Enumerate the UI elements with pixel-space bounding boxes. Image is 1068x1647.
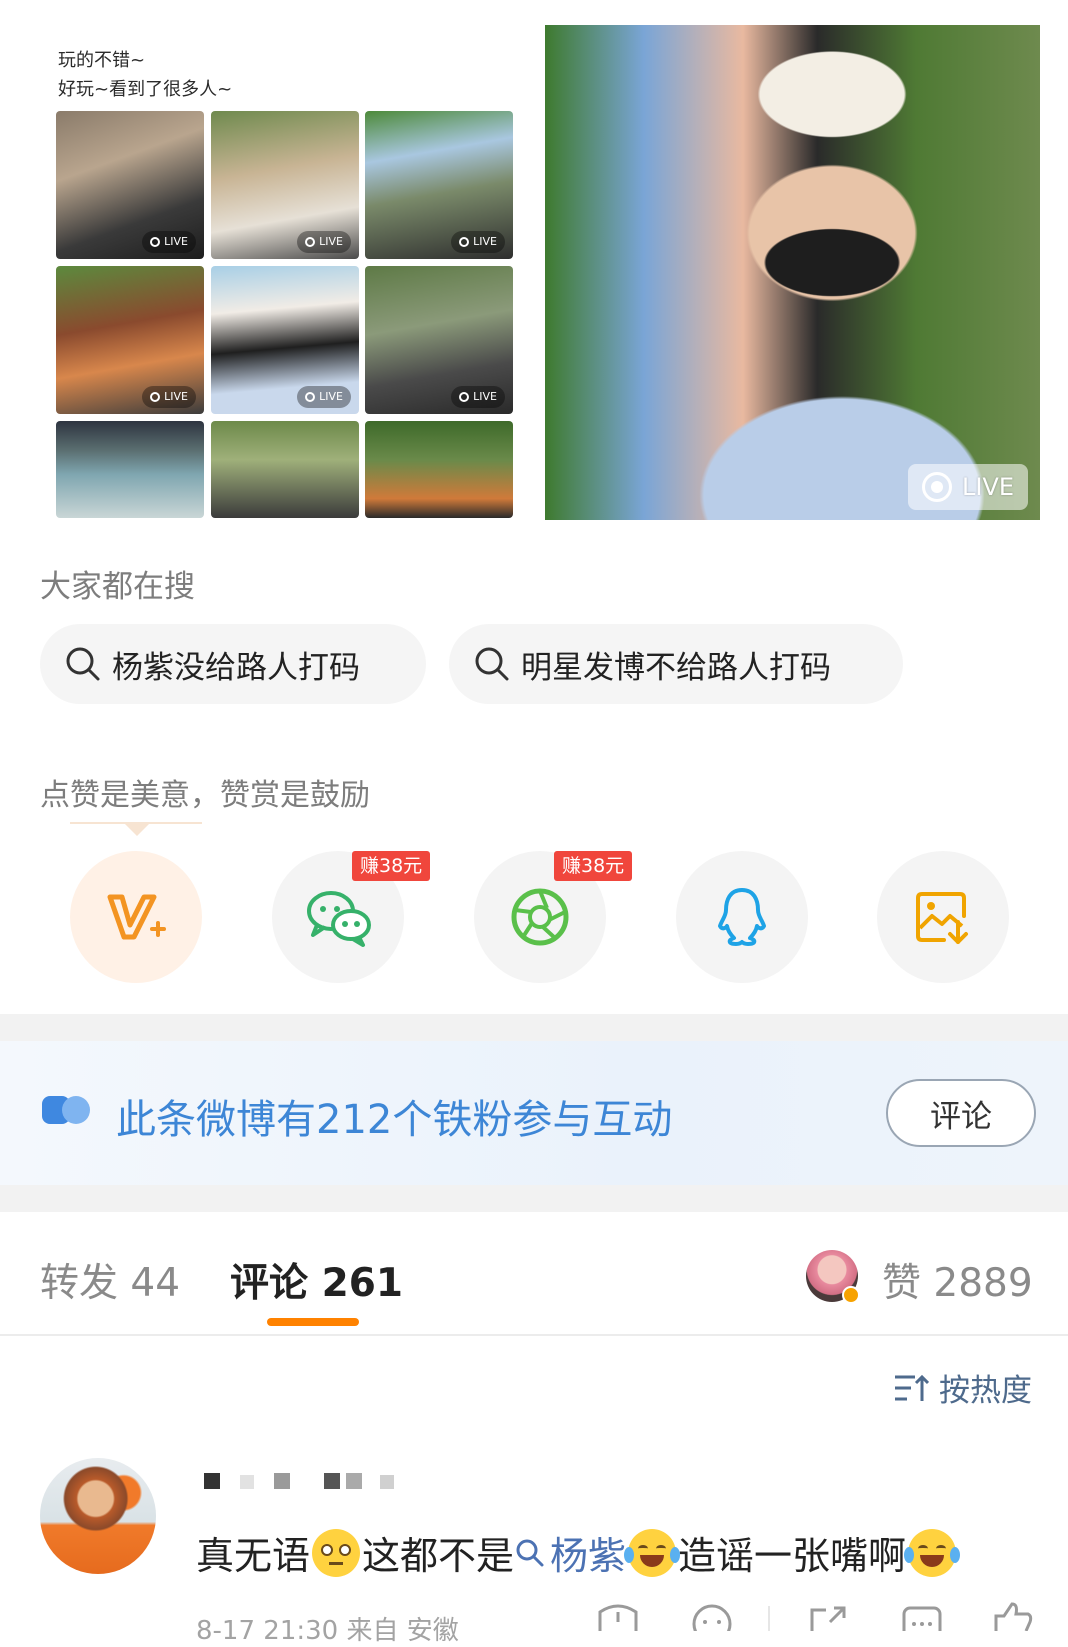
- commenter-name-redacted[interactable]: [196, 1473, 416, 1495]
- live-badge: LIVE: [907, 464, 1028, 510]
- live-badge: LIVE: [297, 231, 351, 253]
- trending-search-label: 杨紫没给路人打码: [112, 649, 360, 686]
- grid-photo[interactable]: LIVE: [211, 111, 359, 259]
- live-icon: [150, 237, 161, 247]
- verified-badge-icon: [842, 1286, 860, 1304]
- report-icon[interactable]: [596, 1602, 640, 1631]
- fans-interaction-banner[interactable]: 此条微博有212个铁粉参与互动 评论: [0, 1041, 1068, 1185]
- grid-photo[interactable]: [365, 421, 513, 518]
- share-icon[interactable]: [806, 1602, 850, 1631]
- tab-comments[interactable]: 评论 261: [230, 1252, 403, 1308]
- liker-avatar[interactable]: [806, 1250, 860, 1304]
- tab-likes[interactable]: 赞 2889: [882, 1252, 1033, 1308]
- laugh-cry-emoji-icon: [904, 1528, 961, 1577]
- tooltip-pointer: [125, 824, 149, 836]
- trending-search-chip[interactable]: 杨紫没给路人打码: [40, 624, 426, 704]
- tabs-divider: [0, 1334, 1068, 1336]
- earn-badge: 赚38元: [352, 851, 431, 881]
- live-icon: [459, 237, 470, 247]
- image-grid-post: 玩的不错~ 好玩~看到了很多人~ LIVE LIVE LIVE LIVE LIV…: [40, 10, 532, 518]
- live-icon: [150, 392, 161, 402]
- trending-search-label: 明星发博不给路人打码: [521, 649, 831, 686]
- like-icon[interactable]: [990, 1602, 1034, 1631]
- tab-repost[interactable]: 转发 44: [40, 1252, 180, 1308]
- section-divider: [0, 1014, 1068, 1041]
- commenter-avatar[interactable]: [40, 1458, 156, 1574]
- sort-icon: [895, 1374, 929, 1401]
- save-image-button[interactable]: [877, 851, 1009, 983]
- live-icon: [305, 392, 316, 402]
- fans-interaction-text: 此条微博有212个铁粉参与互动: [116, 1097, 673, 1143]
- banner-comment-button[interactable]: 评论: [886, 1079, 1036, 1147]
- trending-search-chip[interactable]: 明星发博不给路人打码: [449, 624, 903, 704]
- reward-title: 点赞是美意，赞赏是鼓励: [40, 778, 370, 813]
- live-badge: LIVE: [451, 386, 505, 408]
- share-qq-button[interactable]: [676, 851, 808, 983]
- grid-photo[interactable]: LIVE: [56, 111, 204, 259]
- live-badge: LIVE: [451, 231, 505, 253]
- grid-photo[interactable]: [211, 421, 359, 518]
- vplus-reward-button[interactable]: [70, 851, 202, 983]
- grid-photo[interactable]: LIVE: [365, 111, 513, 259]
- grid-photo[interactable]: LIVE: [211, 266, 359, 414]
- live-icon: [305, 237, 316, 247]
- save-image-icon: [916, 892, 968, 944]
- wechat-icon: [307, 891, 371, 947]
- fans-icon: [42, 1096, 90, 1124]
- topic-link[interactable]: 杨紫: [514, 1525, 626, 1580]
- section-divider: [0, 1185, 1068, 1212]
- trending-search-title: 大家都在搜: [40, 569, 195, 605]
- qq-icon: [718, 888, 766, 946]
- eye-roll-emoji-icon: [312, 1528, 361, 1577]
- search-icon: [516, 1539, 544, 1566]
- post-caption: 玩的不错~ 好玩~看到了很多人~: [58, 50, 233, 100]
- live-badge: LIVE: [297, 386, 351, 408]
- live-badge: LIVE: [142, 386, 196, 408]
- earn-badge: 赚38元: [554, 851, 633, 881]
- more-icon[interactable]: [900, 1602, 944, 1631]
- reply-icon[interactable]: [690, 1602, 734, 1631]
- post-photo-large[interactable]: LIVE: [545, 25, 1040, 520]
- comment-meta: 8-17 21:30 来自 安徽: [196, 1616, 459, 1646]
- sort-by-hot-button[interactable]: 按热度: [893, 1365, 1032, 1410]
- search-icon: [475, 647, 509, 681]
- live-icon: [459, 392, 470, 402]
- action-divider: [768, 1606, 770, 1631]
- laugh-cry-emoji-icon: [624, 1528, 681, 1577]
- active-tab-indicator: [267, 1318, 359, 1326]
- grid-photo[interactable]: [56, 421, 204, 518]
- comment-body: 真无语 这都不是 杨紫 造谣一张嘴啊: [196, 1525, 961, 1580]
- live-badge: LIVE: [142, 231, 196, 253]
- live-icon: [921, 472, 952, 502]
- moments-icon: [511, 888, 569, 946]
- vplus-icon: [107, 894, 166, 940]
- search-icon: [66, 647, 100, 681]
- sort-label: 按热度: [939, 1373, 1032, 1409]
- grid-photo[interactable]: LIVE: [56, 266, 204, 414]
- grid-photo[interactable]: LIVE: [365, 266, 513, 414]
